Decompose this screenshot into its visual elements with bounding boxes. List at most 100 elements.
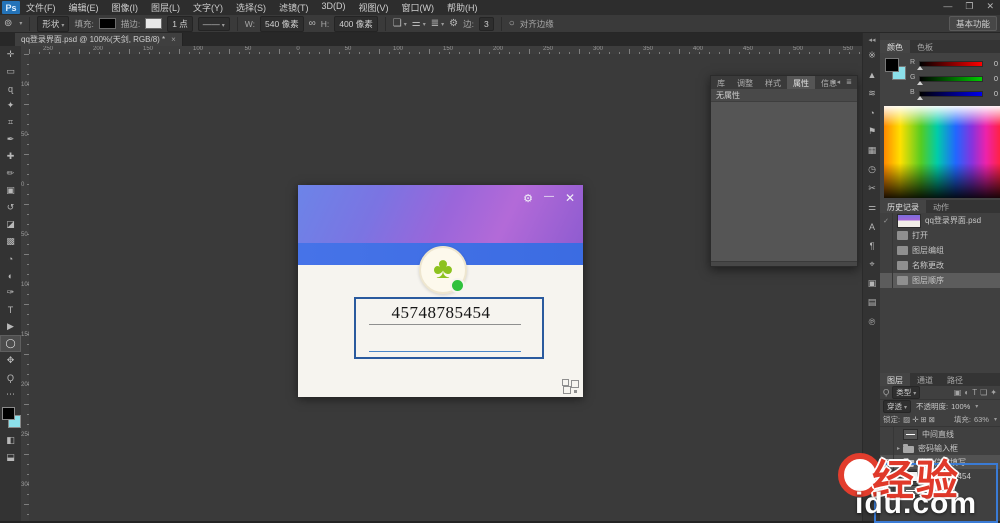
timeline-icon[interactable]: ◷	[863, 160, 881, 179]
path-operations-icon[interactable]: ❏▾	[393, 18, 407, 29]
shape-tool[interactable]: ◯	[0, 335, 21, 352]
filter-type-icon[interactable]: ◐	[964, 388, 969, 397]
menu-item-2[interactable]: 图像(I)	[112, 1, 139, 14]
photoshop-logo-icon[interactable]: Ps	[2, 1, 20, 14]
slider-marker[interactable]	[917, 81, 923, 85]
width-field[interactable]: 540 像素	[260, 16, 304, 32]
history-brush-source-icon[interactable]: ✓	[880, 213, 893, 228]
marquee-tool[interactable]: ▭	[0, 63, 21, 80]
menu-item-5[interactable]: 选择(S)	[236, 1, 266, 14]
hand-tool[interactable]: ✥	[0, 352, 21, 369]
lock-icon[interactable]: ⊞	[920, 415, 926, 424]
slider-bar[interactable]	[919, 91, 983, 97]
quick-mask-button[interactable]: ◧	[0, 432, 21, 449]
slider-bar[interactable]	[919, 76, 983, 82]
zoom-tool[interactable]: Ϙ	[0, 369, 21, 386]
menu-item-8[interactable]: 视图(V)	[359, 1, 389, 14]
panel-resize-handle[interactable]	[711, 261, 857, 266]
tab-历史记录[interactable]: 历史记录	[880, 200, 926, 213]
history-step[interactable]: 图层编组	[880, 243, 1000, 258]
history-step[interactable]: 名称更改	[880, 258, 1000, 273]
history-source-cell[interactable]	[880, 243, 893, 258]
dodge-tool[interactable]: ◐	[0, 267, 21, 284]
expand-panels-icon[interactable]: ◂◂	[863, 36, 881, 44]
tab-动作[interactable]: 动作	[926, 200, 956, 213]
blur-tool[interactable]: ◔	[0, 250, 21, 267]
tab-通道[interactable]: 通道	[910, 373, 940, 386]
gear-icon[interactable]: ⚙	[449, 18, 458, 29]
history-snapshot-row[interactable]: ✓ qq登录界面.psd	[880, 213, 1000, 228]
history-source-cell[interactable]	[880, 228, 893, 243]
histogram-icon[interactable]: ▦	[863, 141, 881, 160]
layer-row[interactable]: ▸密码输入框	[880, 441, 1000, 455]
libraries-icon[interactable]: ▣	[863, 274, 881, 293]
visibility-cell[interactable]	[880, 483, 894, 497]
history-brush-tool[interactable]: ↺	[0, 199, 21, 216]
tool-preset-icon[interactable]: ⊚	[4, 18, 12, 29]
close-button[interactable]: ✕	[986, 1, 994, 12]
visibility-cell[interactable]	[880, 427, 894, 441]
brush-tool[interactable]: ✏	[0, 165, 21, 182]
path-align-icon[interactable]: ⚌▾	[412, 18, 426, 29]
screen-mode-button[interactable]: ⬓	[0, 449, 21, 466]
paragraph-icon[interactable]: ¶	[863, 236, 881, 255]
notes-icon[interactable]: ⚑	[863, 122, 881, 141]
restore-button[interactable]: ❐	[965, 1, 973, 12]
foreground-color-swatch[interactable]	[885, 58, 899, 72]
stroke-swatch[interactable]	[145, 18, 162, 29]
menu-item-4[interactable]: 文字(Y)	[193, 1, 223, 14]
color-spectrum-picker[interactable]	[884, 106, 1000, 198]
tab-调整[interactable]: 调整	[731, 76, 759, 89]
glyphs-icon[interactable]: ⌖	[863, 255, 881, 274]
menu-item-3[interactable]: 图层(L)	[151, 1, 180, 14]
minimize-button[interactable]: —	[943, 1, 952, 12]
slider-marker[interactable]	[917, 96, 923, 100]
tab-路径[interactable]: 路径	[940, 373, 970, 386]
menu-item-0[interactable]: 文件(F)	[26, 1, 56, 14]
slider-marker[interactable]	[917, 66, 923, 70]
visibility-cell[interactable]	[880, 441, 894, 455]
stroke-width-field[interactable]: 1 点	[167, 16, 193, 32]
menu-item-7[interactable]: 3D(D)	[322, 1, 346, 14]
slider-bar[interactable]	[919, 61, 983, 67]
crop-tool[interactable]: ⌗	[0, 114, 21, 131]
edit-toolbar[interactable]: ⋯	[0, 386, 21, 403]
healing-brush-tool[interactable]: ✚	[0, 148, 21, 165]
tab-close-icon[interactable]: ×	[171, 35, 176, 44]
channels-icon[interactable]: ▤	[863, 293, 881, 312]
link-dimensions-icon[interactable]: ∞	[309, 18, 316, 29]
filter-type-icon[interactable]: ✦	[990, 388, 997, 397]
group-caret-icon[interactable]: ∨	[894, 459, 903, 466]
tab-图层[interactable]: 图层	[880, 373, 910, 386]
stroke-style-select[interactable]: ——▾	[198, 17, 230, 31]
tool-presets-icon[interactable]: ⚌	[863, 198, 881, 217]
filter-type-icon[interactable]: ❏	[980, 388, 987, 397]
path-arrange-icon[interactable]: ≣▾	[431, 18, 444, 29]
panel-menu-icon[interactable]: ◂◂ ≣	[831, 78, 854, 86]
move-tool[interactable]: ✛	[0, 46, 21, 63]
visibility-cell[interactable]	[880, 455, 894, 469]
type-tool[interactable]: T	[0, 301, 21, 318]
filter-type-icon[interactable]: ▣	[954, 388, 962, 397]
fill-swatch[interactable]	[99, 18, 116, 29]
layer-row[interactable]: ∨登录信息填写	[880, 455, 1000, 469]
lock-icon[interactable]: ▨	[903, 415, 910, 424]
lock-icon[interactable]: ⊠	[929, 415, 935, 424]
lock-icon[interactable]: ✛	[912, 415, 918, 424]
adjustments-icon[interactable]: ※	[863, 46, 881, 65]
eraser-tool[interactable]: ◪	[0, 216, 21, 233]
layer-row[interactable]: 直线 拷贝	[880, 483, 1000, 497]
eyedropper-tool[interactable]: ✒	[0, 131, 21, 148]
menu-item-1[interactable]: 编辑(E)	[69, 1, 99, 14]
fill-value[interactable]: 63%	[974, 415, 989, 424]
history-source-cell[interactable]	[880, 273, 893, 288]
pen-tool[interactable]: ✑	[0, 284, 21, 301]
document-canvas[interactable]: ⚙ — ✕ ♣ 45748785454	[298, 185, 583, 397]
lasso-tool[interactable]: ɋ	[0, 80, 21, 97]
path-select-tool[interactable]: ▶	[0, 318, 21, 335]
history-step[interactable]: 打开	[880, 228, 1000, 243]
tab-库[interactable]: 库	[711, 76, 731, 89]
document-tab[interactable]: qq登录界面.psd @ 100%(天剑, RGB/8) * ×	[15, 33, 183, 46]
tab-颜色[interactable]: 颜色	[880, 40, 910, 53]
quick-selection-tool[interactable]: ✦	[0, 97, 21, 114]
